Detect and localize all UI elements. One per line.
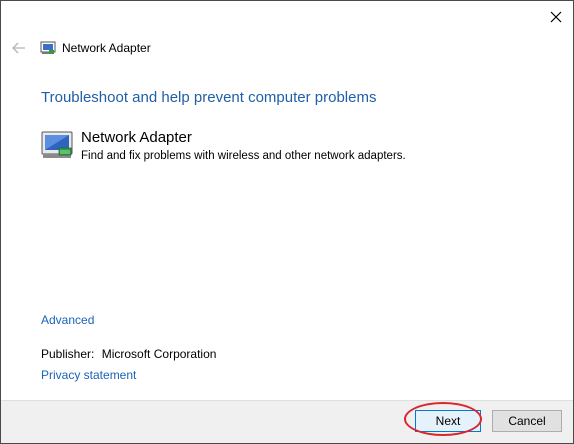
next-button[interactable]: Next	[415, 410, 481, 432]
network-adapter-icon	[40, 41, 56, 54]
publisher-value: Microsoft Corporation	[101, 347, 217, 361]
footer-bar: Next Cancel	[1, 400, 573, 443]
window-title: Network Adapter	[62, 41, 151, 55]
privacy-statement-link[interactable]: Privacy statement	[41, 368, 136, 382]
back-button[interactable]	[9, 38, 29, 58]
troubleshooter-item: Network Adapter Find and fix problems wi…	[41, 129, 406, 162]
publisher-info: Publisher: Microsoft Corporation	[41, 347, 216, 361]
network-adapter-icon	[41, 131, 73, 158]
troubleshooter-window: Network Adapter Troubleshoot and help pr…	[0, 0, 574, 444]
cancel-button[interactable]: Cancel	[492, 410, 562, 432]
publisher-label: Publisher:	[41, 347, 95, 361]
item-description: Find and fix problems with wireless and …	[81, 150, 406, 162]
close-icon	[550, 11, 562, 23]
advanced-link[interactable]: Advanced	[41, 313, 94, 327]
back-arrow-icon	[12, 42, 25, 54]
page-heading: Troubleshoot and help prevent computer p…	[41, 89, 377, 106]
item-title: Network Adapter	[81, 129, 192, 146]
close-button[interactable]	[539, 1, 573, 33]
window-header: Network Adapter	[9, 38, 151, 58]
